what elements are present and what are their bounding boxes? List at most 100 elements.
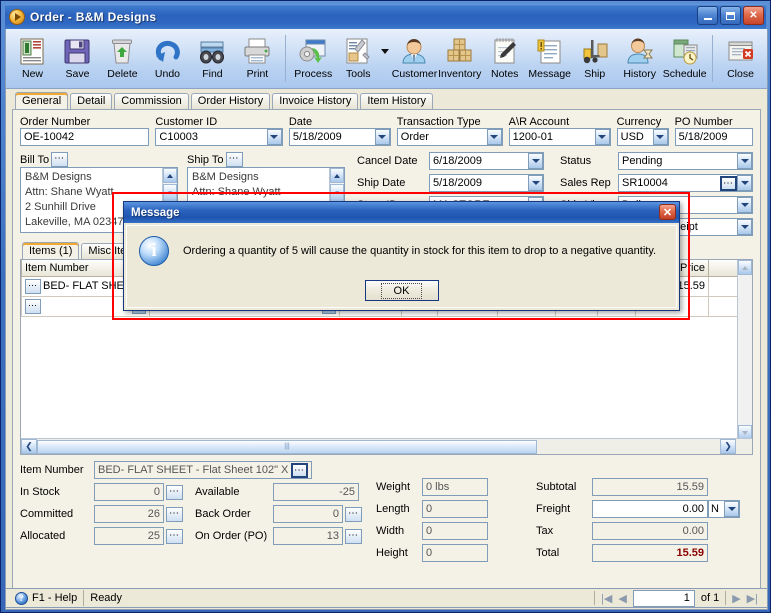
- back-order-detail-button[interactable]: ⋯: [345, 506, 362, 522]
- in-stock-detail-button[interactable]: ⋯: [166, 484, 183, 500]
- chevron-down-icon[interactable]: [737, 219, 752, 235]
- input-order-number[interactable]: OE-10042: [20, 128, 150, 146]
- toolbar-label-new: New: [21, 68, 43, 80]
- toolbar-button-save[interactable]: Save: [55, 31, 100, 88]
- input-freight-flag[interactable]: N: [708, 500, 740, 518]
- label-total: Total: [536, 547, 560, 559]
- nav-prev-icon[interactable]: ◀: [618, 592, 626, 605]
- chevron-down-icon[interactable]: [724, 501, 739, 517]
- bill-to-lookup-button[interactable]: ⋯: [51, 152, 69, 167]
- scroll-up-icon[interactable]: [738, 260, 752, 275]
- toolbar-button-undo[interactable]: Undo: [145, 31, 190, 88]
- scroll-up-icon[interactable]: [163, 168, 177, 183]
- input-status[interactable]: Pending: [618, 152, 753, 170]
- value-ar-account: 1200-01: [512, 131, 554, 143]
- tab-item-history[interactable]: Item History: [360, 93, 434, 109]
- nav-last-icon[interactable]: ▶|: [747, 592, 758, 605]
- toolbar-button-new[interactable]: New: [10, 31, 55, 88]
- tab-general[interactable]: General: [15, 92, 69, 109]
- field-transaction-type: Transaction Type Order: [396, 116, 503, 146]
- chevron-down-icon[interactable]: [594, 129, 610, 145]
- item-lookup-button[interactable]: ⋯: [25, 278, 41, 294]
- chevron-down-icon[interactable]: [652, 129, 668, 145]
- value-in-stock: 0: [153, 486, 160, 498]
- input-ship-date[interactable]: 5/18/2009: [429, 174, 544, 192]
- toolbar-button-customer[interactable]: Customer: [392, 31, 437, 88]
- chevron-down-icon[interactable]: [486, 129, 502, 145]
- value-freight-flag: N: [711, 503, 719, 515]
- input-ar-account[interactable]: 1200-01: [508, 128, 611, 146]
- toolbar-button-close[interactable]: Close: [718, 31, 763, 88]
- committed-detail-button[interactable]: ⋯: [166, 506, 183, 522]
- close-button[interactable]: ✕: [743, 6, 764, 25]
- col-total[interactable]: Total: [708, 260, 737, 277]
- help-cell[interactable]: ? F1 - Help: [9, 590, 85, 606]
- minimize-button[interactable]: [697, 6, 718, 25]
- grid-horizontal-scrollbar[interactable]: ❮ ||| ❯: [21, 438, 752, 454]
- ship-to-lookup-button[interactable]: ⋯: [225, 152, 243, 167]
- toolbar-button-process[interactable]: Process: [291, 31, 336, 88]
- scroll-left-icon[interactable]: ❮: [21, 439, 37, 454]
- chevron-down-icon[interactable]: [528, 153, 543, 169]
- tab-commission[interactable]: Commission: [114, 93, 189, 109]
- label-weight: Weight: [376, 481, 411, 493]
- input-cancel-date[interactable]: 6/18/2009: [429, 152, 544, 170]
- tab-invoice-history[interactable]: Invoice History: [272, 93, 359, 109]
- input-currency[interactable]: USD: [616, 128, 669, 146]
- dialog-ok-button[interactable]: OK: [364, 280, 439, 301]
- scroll-up-icon[interactable]: [330, 168, 344, 183]
- item-lookup-button[interactable]: ⋯: [25, 298, 41, 314]
- toolbar-button-notes[interactable]: Notes: [482, 31, 527, 88]
- toolbar-button-ship[interactable]: Ship: [572, 31, 617, 88]
- label-po-number: PO Number: [674, 116, 733, 128]
- toolbar-button-message[interactable]: Message: [527, 31, 572, 88]
- label-allocated: Allocated: [20, 530, 66, 542]
- toolbar-button-find[interactable]: Find: [190, 31, 235, 88]
- input-date[interactable]: 5/18/2009: [288, 128, 391, 146]
- allocated-detail-button[interactable]: ⋯: [166, 528, 183, 544]
- chevron-down-icon[interactable]: [737, 175, 752, 191]
- toolbar-button-history[interactable]: History: [617, 31, 662, 88]
- input-po-number[interactable]: 5/18/2009: [674, 128, 753, 146]
- input-customer-id[interactable]: C10003: [155, 128, 283, 146]
- chevron-down-icon[interactable]: [380, 49, 389, 54]
- toolbar-button-schedule[interactable]: Schedule: [662, 31, 707, 88]
- value-order-number: OE-10042: [24, 131, 75, 143]
- sales-rep-lookup-button[interactable]: ⋯: [720, 175, 737, 191]
- scroll-right-icon[interactable]: ❯: [720, 439, 736, 454]
- input-in-stock: 0: [94, 483, 164, 501]
- scroll-thumb[interactable]: ≡: [163, 184, 177, 202]
- toolbar-button-delete[interactable]: Delete: [100, 31, 145, 88]
- chevron-down-icon[interactable]: [266, 129, 282, 145]
- tab-order-history[interactable]: Order History: [190, 93, 271, 109]
- chevron-down-icon[interactable]: [737, 153, 752, 169]
- maximize-button[interactable]: [720, 6, 741, 25]
- on-order-detail-button[interactable]: ⋯: [345, 528, 362, 544]
- nav-first-icon[interactable]: |◀: [601, 592, 612, 605]
- input-freight[interactable]: 0.00: [592, 500, 708, 518]
- dialog-close-button[interactable]: ✕: [659, 204, 676, 220]
- input-sales-rep[interactable]: SR10004 ⋯: [618, 174, 753, 192]
- scroll-track[interactable]: [738, 275, 752, 425]
- input-transaction-type[interactable]: Order: [396, 128, 503, 146]
- tab-items[interactable]: Items (1): [22, 242, 80, 259]
- input-available: -25: [273, 483, 359, 501]
- toolbar-label-save: Save: [65, 68, 90, 80]
- client-area: New Save Delete Undo Find Print Process …: [5, 29, 768, 610]
- item-lookup-button[interactable]: ⋯: [291, 462, 308, 478]
- page-number-input[interactable]: 1: [632, 589, 695, 607]
- label-item-number: Item Number: [20, 464, 84, 476]
- scroll-thumb[interactable]: |||: [37, 439, 537, 454]
- toolbar-button-print[interactable]: Print: [235, 31, 280, 88]
- main-toolbar: New Save Delete Undo Find Print Process …: [6, 29, 767, 89]
- chevron-down-icon[interactable]: [374, 129, 390, 145]
- toolbar-button-inventory[interactable]: Inventory: [437, 31, 482, 88]
- chevron-down-icon[interactable]: [528, 175, 543, 191]
- toolbar-button-tools[interactable]: Tools: [336, 31, 381, 88]
- nav-next-icon[interactable]: ▶: [732, 592, 740, 605]
- field-po-number: PO Number 5/18/2009: [674, 116, 753, 146]
- tab-detail[interactable]: Detail: [70, 93, 113, 109]
- grid-vertical-scrollbar[interactable]: [737, 260, 752, 440]
- scroll-thumb[interactable]: ≡: [330, 184, 344, 202]
- chevron-down-icon[interactable]: [737, 197, 752, 213]
